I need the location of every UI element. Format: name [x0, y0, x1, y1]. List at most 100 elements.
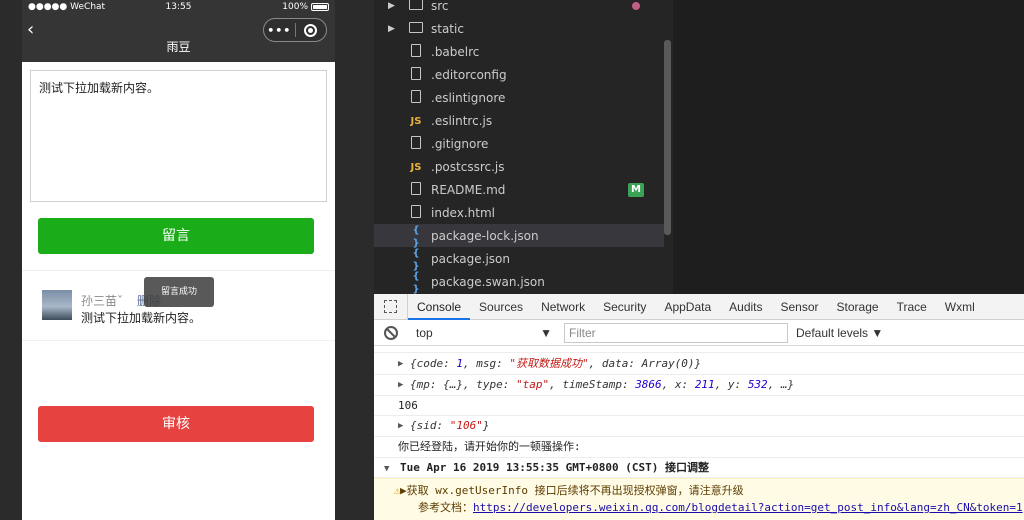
comment-author: 孙三苗ˇ [81, 294, 124, 308]
folder-icon [408, 21, 424, 36]
file-shape [411, 181, 421, 195]
tab-wxml[interactable]: Wxml [936, 294, 984, 320]
json-file-icon: { } [412, 270, 420, 295]
phone-header: ●●●●● WeChat 13:55 100% ‹ 雨豆 ••• [22, 0, 335, 62]
tree-item[interactable]: { } package-lock.json [374, 224, 664, 249]
tree-item-label: package.json [431, 251, 511, 266]
chevron-right-icon[interactable]: ▶ [388, 24, 400, 34]
tree-item-label: index.html [431, 205, 495, 220]
tree-item[interactable]: .eslintignore [374, 86, 664, 109]
tab-security[interactable]: Security [594, 294, 655, 320]
expand-arrow-icon[interactable]: ▶ [398, 375, 403, 395]
docs-link[interactable]: https://developers.weixin.qq.com/blogdet… [473, 501, 1023, 514]
warning-prefix: 参考文档： [418, 501, 473, 514]
filter-input[interactable]: Filter [564, 322, 788, 343]
clear-console-icon[interactable] [384, 325, 398, 340]
tab-storage[interactable]: Storage [828, 294, 888, 320]
tree-item[interactable]: .gitignore [374, 132, 664, 155]
devtools-tabs: Console Sources Network Security AppData… [374, 293, 1024, 320]
log-number: 532 [747, 378, 768, 391]
expand-arrow-icon[interactable]: ▶ [398, 354, 403, 374]
tree-item[interactable]: ▶ static [374, 17, 664, 40]
divider [22, 340, 335, 341]
tree-item[interactable]: JS .postcssrc.js [374, 155, 664, 178]
phone-screen: ●●●●● WeChat 13:55 100% ‹ 雨豆 ••• 测试下拉加载新… [22, 0, 335, 520]
log-string: "获取数据成功" [509, 357, 589, 370]
tree-item[interactable]: .editorconfig [374, 63, 664, 86]
tree-item[interactable]: { } package.swan.json [374, 270, 664, 295]
chevron-right-icon[interactable]: ▶ [388, 1, 400, 11]
log-text: {sid: [410, 419, 450, 432]
expand-arrow-icon[interactable]: ▶ [398, 416, 403, 436]
tab-sources[interactable]: Sources [470, 294, 532, 320]
tree-item-label: .gitignore [431, 136, 489, 151]
inspect-box [384, 300, 397, 313]
file-icon [408, 204, 424, 221]
submit-message-button[interactable]: 留言 [38, 218, 314, 254]
tab-audits[interactable]: Audits [720, 294, 771, 320]
folder-shape [409, 21, 423, 33]
message-textarea[interactable]: 测试下拉加载新内容。 [30, 70, 327, 202]
tab-trace[interactable]: Trace [888, 294, 936, 320]
context-value: top [416, 325, 433, 340]
file-shape [411, 89, 421, 103]
console-warning: ⚠ ▶获取 wx.getUserInfo 接口后续将不再出现授权弹窗，请注意升级… [374, 478, 1024, 520]
tab-sensor[interactable]: Sensor [772, 294, 828, 320]
context-select[interactable]: top ▼ [416, 326, 552, 340]
console-row [374, 346, 1024, 353]
console-row: 你已经登陆，请开始你的一顿骚操作: [374, 437, 1024, 458]
modified-dot-icon [632, 1, 640, 10]
log-text: , x: [661, 378, 695, 391]
tree-item[interactable]: JS .eslintrc.js [374, 109, 664, 132]
battery-percent: 100% [282, 2, 308, 12]
explorer-scrollbar[interactable] [664, 40, 671, 235]
file-icon [408, 66, 424, 83]
tab-console[interactable]: Console [408, 294, 471, 320]
warning-text: ▶获取 wx.getUserInfo 接口后续将不再出现授权弹窗，请注意升级 [400, 484, 744, 497]
tree-item-label: package.swan.json [431, 274, 545, 289]
log-text: 106 [398, 399, 418, 412]
tree-item-label: .eslintrc.js [431, 113, 493, 128]
tree-item[interactable]: { } package.json [374, 247, 664, 272]
avatar [42, 290, 72, 320]
console-row[interactable]: ▶ {code: 1, msg: "获取数据成功", data: Array(0… [374, 354, 1024, 375]
log-text: , data: Array(0)} [588, 357, 702, 370]
devtools-panel: Console Sources Network Security AppData… [374, 293, 1024, 520]
log-text: } [482, 419, 490, 432]
divider [22, 270, 335, 271]
more-menu-icon[interactable]: ••• [264, 24, 295, 37]
console-row[interactable]: ▶ {mp: {…}, type: "tap", timeStamp: 3866… [374, 375, 1024, 396]
status-bar: ●●●●● WeChat 13:55 100% [22, 0, 335, 14]
tree-item-label: static [431, 21, 464, 36]
file-icon [408, 43, 424, 60]
group-label: Tue Apr 16 2019 13:55:35 GMT+0800 (CST) … [400, 461, 709, 474]
tree-item[interactable]: .babelrc [374, 40, 664, 63]
log-number: 211 [694, 378, 715, 391]
log-text: , msg: [462, 357, 510, 370]
file-shape [411, 135, 421, 149]
tree-item[interactable]: README.md M [374, 178, 664, 201]
chevron-down-icon: ▼ [540, 325, 552, 340]
tree-item-label: .postcssrc.js [431, 159, 505, 174]
inspect-element-icon[interactable] [374, 293, 408, 320]
folder-shape [409, 0, 423, 10]
console-row[interactable]: ▶ {sid: "106"} [374, 416, 1024, 437]
console-group-row[interactable]: ▼ Tue Apr 16 2019 13:55:35 GMT+0800 (CST… [374, 458, 1024, 478]
log-levels-select[interactable]: Default levels ▼ [796, 326, 883, 340]
file-icon [408, 89, 424, 106]
back-arrow-icon[interactable]: ‹ [27, 20, 47, 40]
javascript-file-icon: JS [410, 116, 422, 127]
tree-item[interactable]: index.html [374, 201, 664, 224]
collapse-arrow-icon[interactable]: ▼ [384, 464, 389, 474]
tab-network[interactable]: Network [532, 294, 594, 320]
tree-item[interactable]: ▶ src [374, 0, 664, 17]
review-button[interactable]: 审核 [38, 406, 314, 442]
log-number: 1 [456, 357, 463, 370]
close-capsule-button[interactable] [296, 23, 327, 37]
tab-appdata[interactable]: AppData [655, 294, 720, 320]
folder-icon [408, 0, 424, 13]
close-circle-icon [304, 23, 318, 37]
log-text: , timeStamp: [549, 378, 636, 391]
tree-item-label: package-lock.json [431, 228, 539, 243]
file-shape [411, 43, 421, 57]
